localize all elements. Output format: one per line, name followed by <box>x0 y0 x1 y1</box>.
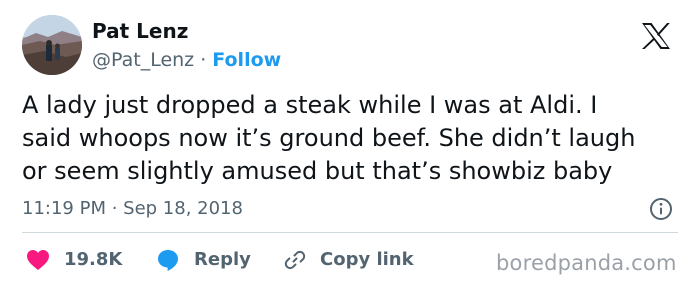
like-button[interactable]: 19.8K <box>26 247 122 273</box>
like-count: 19.8K <box>64 249 123 270</box>
avatar[interactable] <box>22 15 82 75</box>
reply-label: Reply <box>194 249 251 270</box>
tweet-text-line: A lady just dropped a steak while I was … <box>22 91 598 119</box>
follow-button[interactable]: Follow <box>212 49 281 71</box>
tweet-text-line: said whoops now it’s ground beef. She di… <box>22 124 636 152</box>
divider <box>22 232 678 233</box>
copy-link-label: Copy link <box>320 249 414 270</box>
author-name[interactable]: Pat Lenz <box>92 18 188 44</box>
separator-dot: · <box>200 49 207 71</box>
link-icon <box>284 250 306 270</box>
tweet-text: A lady just dropped a steak while I was … <box>22 89 682 188</box>
x-logo-icon[interactable] <box>641 22 671 50</box>
info-icon[interactable] <box>649 197 673 221</box>
speech-bubble-icon <box>158 250 178 271</box>
tweet-text-line: or seem slightly amused but that’s showb… <box>22 157 613 185</box>
tweet-card: Pat Lenz @Pat_Lenz · Follow A lady just … <box>0 0 700 287</box>
avatar-photo <box>22 15 82 75</box>
heart-icon <box>27 250 49 270</box>
author-handle-line: @Pat_Lenz · Follow <box>92 47 281 73</box>
copy-link-button[interactable]: Copy link <box>283 247 414 273</box>
reply-button[interactable]: Reply <box>156 247 251 273</box>
watermark: boredpanda.com <box>496 251 677 275</box>
author-handle[interactable]: @Pat_Lenz <box>92 49 194 71</box>
tweet-timestamp[interactable]: 11:19 PM · Sep 18, 2018 <box>22 197 243 221</box>
